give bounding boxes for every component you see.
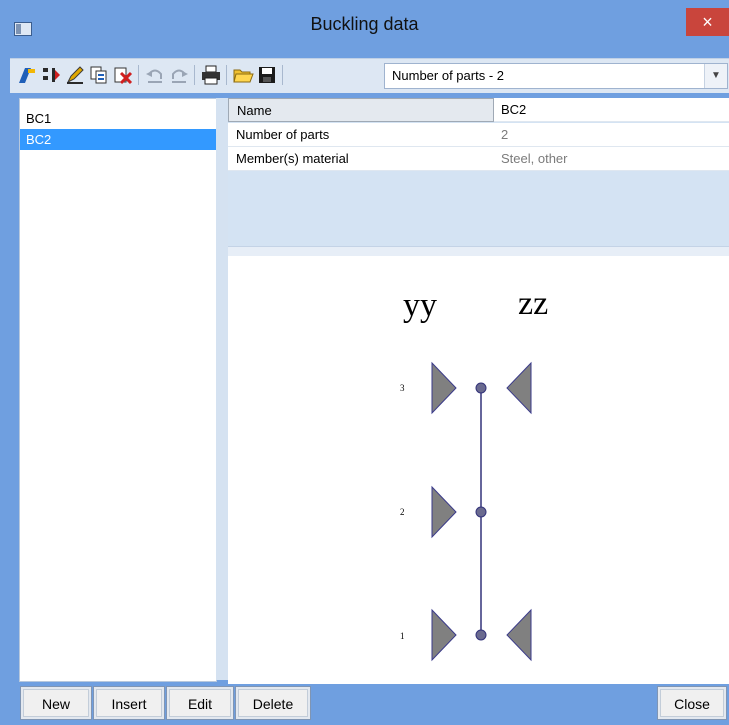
delete-button[interactable]: Delete bbox=[235, 686, 311, 720]
insert-button[interactable]: Insert bbox=[93, 686, 165, 720]
delete-button-label: Delete bbox=[238, 689, 308, 717]
yy-support-2 bbox=[431, 485, 457, 539]
title-bar: Buckling data × bbox=[0, 0, 729, 58]
copy-icon[interactable] bbox=[88, 64, 110, 86]
property-label-material: Member(s) material bbox=[228, 147, 494, 171]
node-2 bbox=[475, 506, 487, 518]
move-icon[interactable] bbox=[40, 64, 62, 86]
property-row-name: Name BC2 bbox=[228, 98, 729, 122]
buckling-data-window: Buckling data × Number of parts - 2 ▼ BC… bbox=[0, 0, 729, 725]
window-title: Buckling data bbox=[310, 14, 419, 34]
undo-icon[interactable] bbox=[144, 64, 166, 86]
redo-icon[interactable] bbox=[168, 64, 190, 86]
property-value-material[interactable]: Steel, other bbox=[494, 147, 729, 171]
delete-icon[interactable] bbox=[112, 64, 134, 86]
yy-label: yy bbox=[403, 287, 437, 324]
list-item-bc2[interactable]: BC2 bbox=[20, 129, 216, 150]
edit-button[interactable]: Edit bbox=[166, 686, 234, 720]
insert-button-label: Insert bbox=[96, 689, 162, 717]
property-value-name[interactable]: BC2 bbox=[494, 98, 729, 122]
node-label-1: 1 bbox=[400, 631, 405, 641]
new-button-label: New bbox=[23, 689, 89, 717]
node-1 bbox=[475, 629, 487, 641]
open-folder-icon[interactable] bbox=[232, 64, 254, 86]
node-3 bbox=[475, 382, 487, 394]
property-label-name: Name bbox=[228, 98, 494, 122]
print-icon[interactable] bbox=[200, 64, 222, 86]
edit-pencil-icon[interactable] bbox=[64, 64, 86, 86]
close-button-label: Close bbox=[660, 689, 724, 717]
buckling-list: BC1 BC2 bbox=[19, 98, 217, 682]
toolbar: Number of parts - 2 ▼ bbox=[10, 58, 729, 93]
zz-support-1 bbox=[506, 608, 532, 662]
parts-combo[interactable]: Number of parts - 2 ▼ bbox=[384, 63, 728, 89]
chevron-down-icon[interactable]: ▼ bbox=[704, 64, 727, 88]
zz-label: zz bbox=[518, 285, 548, 322]
edit-button-label: Edit bbox=[169, 689, 231, 717]
window-close-button[interactable]: × bbox=[686, 8, 729, 36]
new-button[interactable]: New bbox=[20, 686, 92, 720]
yy-support-1 bbox=[431, 608, 457, 662]
property-row-parts: Number of parts 2 bbox=[228, 123, 729, 147]
list-item-bc1[interactable]: BC1 bbox=[20, 108, 216, 129]
buckling-diagram: yy zz 3 2 1 bbox=[228, 256, 729, 684]
property-row-material: Member(s) material Steel, other bbox=[228, 147, 729, 171]
property-value-parts[interactable]: 2 bbox=[494, 123, 729, 147]
properties-grid: Name BC2 Number of parts 2 Member(s) mat… bbox=[228, 98, 729, 246]
close-button[interactable]: Close bbox=[657, 686, 727, 720]
parts-combo-value: Number of parts - 2 bbox=[392, 68, 504, 83]
new-item-icon[interactable] bbox=[16, 64, 38, 86]
list-scroll-gutter bbox=[216, 98, 228, 680]
node-label-2: 2 bbox=[400, 507, 405, 517]
zz-support-3 bbox=[506, 361, 532, 415]
save-disk-icon[interactable] bbox=[256, 64, 278, 86]
button-bar: New Insert Edit Delete Close bbox=[0, 684, 729, 725]
property-label-parts: Number of parts bbox=[228, 123, 494, 147]
node-label-3: 3 bbox=[400, 383, 405, 393]
yy-support-3 bbox=[431, 361, 457, 415]
